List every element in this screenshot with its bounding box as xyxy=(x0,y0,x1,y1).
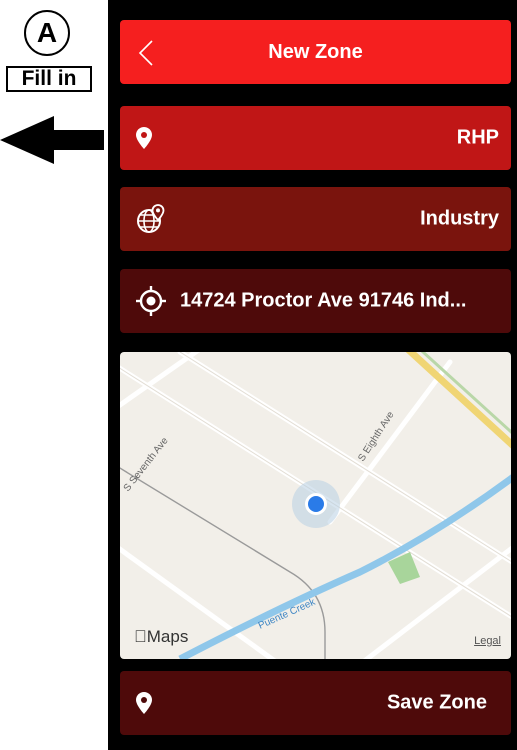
street-label-eighth: S Eighth Ave xyxy=(356,409,397,463)
current-location-dot xyxy=(308,496,324,512)
back-chevron-icon[interactable] xyxy=(138,40,154,66)
category-value: Industry xyxy=(420,207,499,230)
legal-link[interactable]: Legal xyxy=(474,635,501,647)
address-field[interactable]: 14724 Proctor Ave 91746 Ind... xyxy=(120,269,511,333)
callout-letter: A xyxy=(24,10,70,56)
location-pin-icon xyxy=(136,692,152,714)
apple-logo-icon:  xyxy=(134,627,147,646)
globe-pin-icon xyxy=(136,204,166,234)
phone-screen: New Zone RHP Industry 14724 Proctor Ave … xyxy=(108,0,517,750)
maps-attribution: Maps xyxy=(134,627,188,646)
save-zone-button[interactable]: Save Zone xyxy=(120,671,511,735)
left-arrow-icon xyxy=(0,116,104,164)
location-pin-icon xyxy=(136,127,152,149)
category-field[interactable]: Industry xyxy=(120,187,511,251)
crosshair-icon xyxy=(136,286,166,316)
map-view[interactable]: S Seventh Ave S Eighth Ave Puente Creek … xyxy=(120,352,511,659)
street-label-seventh: S Seventh Ave xyxy=(122,435,171,494)
address-value: 14724 Proctor Ave 91746 Ind... xyxy=(180,289,467,312)
zone-name-field[interactable]: RHP xyxy=(120,106,511,170)
save-zone-label: Save Zone xyxy=(386,691,487,714)
page-title: New Zone xyxy=(268,40,363,63)
zone-name-value: RHP xyxy=(456,126,499,149)
header-bar: New Zone xyxy=(120,20,511,84)
callout-label: Fill in xyxy=(6,66,92,92)
